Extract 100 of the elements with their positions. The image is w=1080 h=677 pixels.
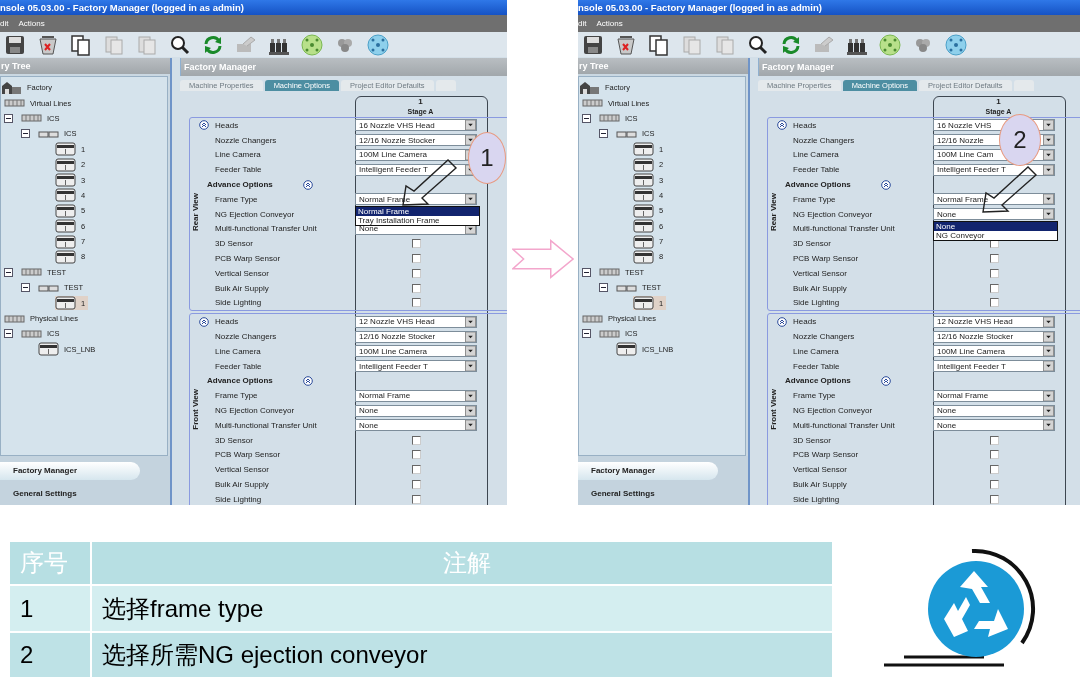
option-label: Vertical Sensor: [215, 268, 270, 278]
option-label: Line Camera: [793, 150, 840, 160]
option-label: Heads: [215, 120, 240, 130]
option-label: PCB Warp Sensor: [793, 254, 860, 264]
group-label: Front View: [191, 389, 200, 431]
option-label: NG Ejection Conveyor: [215, 406, 296, 416]
nav-item[interactable]: General Settings: [578, 485, 718, 503]
option-label: Side Lighting: [793, 494, 841, 504]
table-cell: 选择frame type: [92, 586, 832, 631]
section-heading: Advance Options: [207, 376, 273, 386]
dropdown[interactable]: 100M Line Camera: [933, 345, 1055, 358]
option-label: PCB Warp Sensor: [215, 254, 282, 264]
dropdown[interactable]: None: [933, 208, 1055, 221]
option-label: Line Camera: [793, 346, 840, 356]
option-label: PCB Warp Sensor: [793, 450, 860, 460]
stage-number: 1: [418, 97, 423, 107]
table-cell: 2: [10, 633, 90, 677]
option-label: PCB Warp Sensor: [215, 450, 282, 460]
option-label: Bulk Air Supply: [793, 283, 848, 293]
dropdown[interactable]: Intelligent Feeder T: [933, 360, 1055, 373]
section-heading: Advance Options: [785, 376, 851, 386]
stage-number: 1: [996, 97, 1001, 107]
group-label: Front View: [769, 389, 778, 431]
menu-item[interactable]: Actions: [18, 19, 45, 28]
nav-item[interactable]: General Settings: [0, 485, 140, 503]
dropdown-option[interactable]: Normal Frame: [356, 207, 479, 217]
panel-title: ry Tree: [578, 58, 748, 74]
option-label: NG Ejection Conveyor: [793, 406, 874, 416]
dropdown[interactable]: None: [355, 404, 477, 417]
group-label: Rear View: [769, 193, 778, 232]
option-label: Vertical Sensor: [215, 465, 270, 475]
panel-title: ry Tree: [0, 58, 170, 74]
dropdown[interactable]: 12 Nozzle VHS Head: [933, 315, 1055, 328]
option-label: Feeder Table: [793, 361, 841, 371]
option-label: Multi-functional Transfer Unit: [793, 420, 896, 430]
dropdown[interactable]: Intelligent Feeder T: [933, 163, 1055, 176]
column-header: 序号: [10, 542, 90, 584]
option-label: NG Ejection Conveyor: [793, 209, 874, 219]
step-number-tooltip: 2: [999, 114, 1041, 166]
table-cell: 1: [10, 586, 90, 631]
option-label: Nozzle Changers: [793, 332, 856, 342]
option-label: Heads: [793, 120, 818, 130]
dropdown[interactable]: 12 Nozzle VHS Head: [355, 315, 477, 328]
option-label: Nozzle Changers: [793, 135, 856, 145]
section-heading: Advance Options: [785, 180, 851, 190]
option-label: Side Lighting: [793, 298, 841, 308]
option-label: Vertical Sensor: [793, 268, 848, 278]
option-label: Bulk Air Supply: [215, 283, 270, 293]
table-cell: 选择所需NG ejection conveyor: [92, 633, 832, 677]
option-label: Side Lighting: [215, 298, 263, 308]
option-label: Frame Type: [793, 391, 837, 401]
window-title: nsole 05.03.00 - Factory Manager (logged in as admin): [0, 0, 507, 15]
option-label: Multi-functional Transfer Unit: [215, 420, 318, 430]
option-label: 3D Sensor: [215, 239, 254, 249]
option-label: Heads: [215, 317, 240, 327]
dropdown[interactable]: 100M Line Camera: [355, 345, 477, 358]
dropdown[interactable]: Normal Frame: [933, 389, 1055, 402]
option-label: Multi-functional Transfer Unit: [793, 224, 896, 234]
option-label: Frame Type: [215, 391, 259, 401]
option-label: Bulk Air Supply: [793, 480, 848, 489]
option-label: Bulk Air Supply: [215, 480, 270, 489]
group-label: Rear View: [191, 193, 200, 232]
dropdown[interactable]: 12/16 Nozzle Stocker: [355, 330, 477, 343]
option-label: Frame Type: [215, 194, 259, 204]
dropdown-option[interactable]: NG Conveyor: [934, 231, 1057, 241]
option-label: Feeder Table: [215, 361, 263, 371]
panel-title: Factory Manager: [180, 58, 507, 76]
nav-item[interactable]: Factory Manager: [578, 462, 718, 480]
dropdown[interactable]: 12/16 Nozzle Stocker: [933, 330, 1055, 343]
menu-item[interactable]: Actions: [596, 19, 623, 28]
dropdown[interactable]: None: [355, 419, 477, 432]
option-label: Nozzle Changers: [215, 332, 278, 342]
option-label: Nozzle Changers: [215, 135, 278, 145]
panel-title: Factory Manager: [758, 58, 1080, 76]
option-label: Heads: [793, 317, 818, 327]
dropdown[interactable]: Intelligent Feeder T: [355, 360, 477, 373]
option-label: Feeder Table: [793, 165, 841, 175]
option-label: Line Camera: [215, 150, 262, 160]
option-label: Feeder Table: [215, 165, 263, 175]
dropdown[interactable]: 12/16 Nozzle Stocker: [355, 134, 477, 147]
menu-item[interactable]: dit: [0, 19, 9, 28]
option-label: Vertical Sensor: [793, 465, 848, 475]
option-label: 3D Sensor: [793, 239, 832, 249]
column-header: 注解: [92, 542, 832, 584]
menu-item[interactable]: dit: [578, 19, 587, 28]
option-label: Frame Type: [793, 194, 837, 204]
option-label: NG Ejection Conveyor: [215, 209, 296, 219]
option-label: Side Lighting: [215, 494, 263, 504]
dropdown[interactable]: Normal Frame: [355, 389, 477, 402]
dropdown[interactable]: 16 Nozzle VHS Head: [355, 119, 477, 132]
dropdown[interactable]: None: [933, 419, 1055, 432]
dropdown-option[interactable]: None: [934, 222, 1057, 232]
dropdown[interactable]: None: [933, 404, 1055, 417]
step-number-tooltip: 1: [468, 132, 506, 184]
option-label: 3D Sensor: [793, 435, 832, 445]
option-label: Multi-functional Transfer Unit: [215, 224, 318, 234]
option-label: 3D Sensor: [215, 435, 254, 445]
nav-item[interactable]: Factory Manager: [0, 462, 140, 480]
window-title: nsole 05.03.00 - Factory Manager (logged in as admin): [578, 0, 1080, 15]
section-heading: Advance Options: [207, 180, 273, 190]
